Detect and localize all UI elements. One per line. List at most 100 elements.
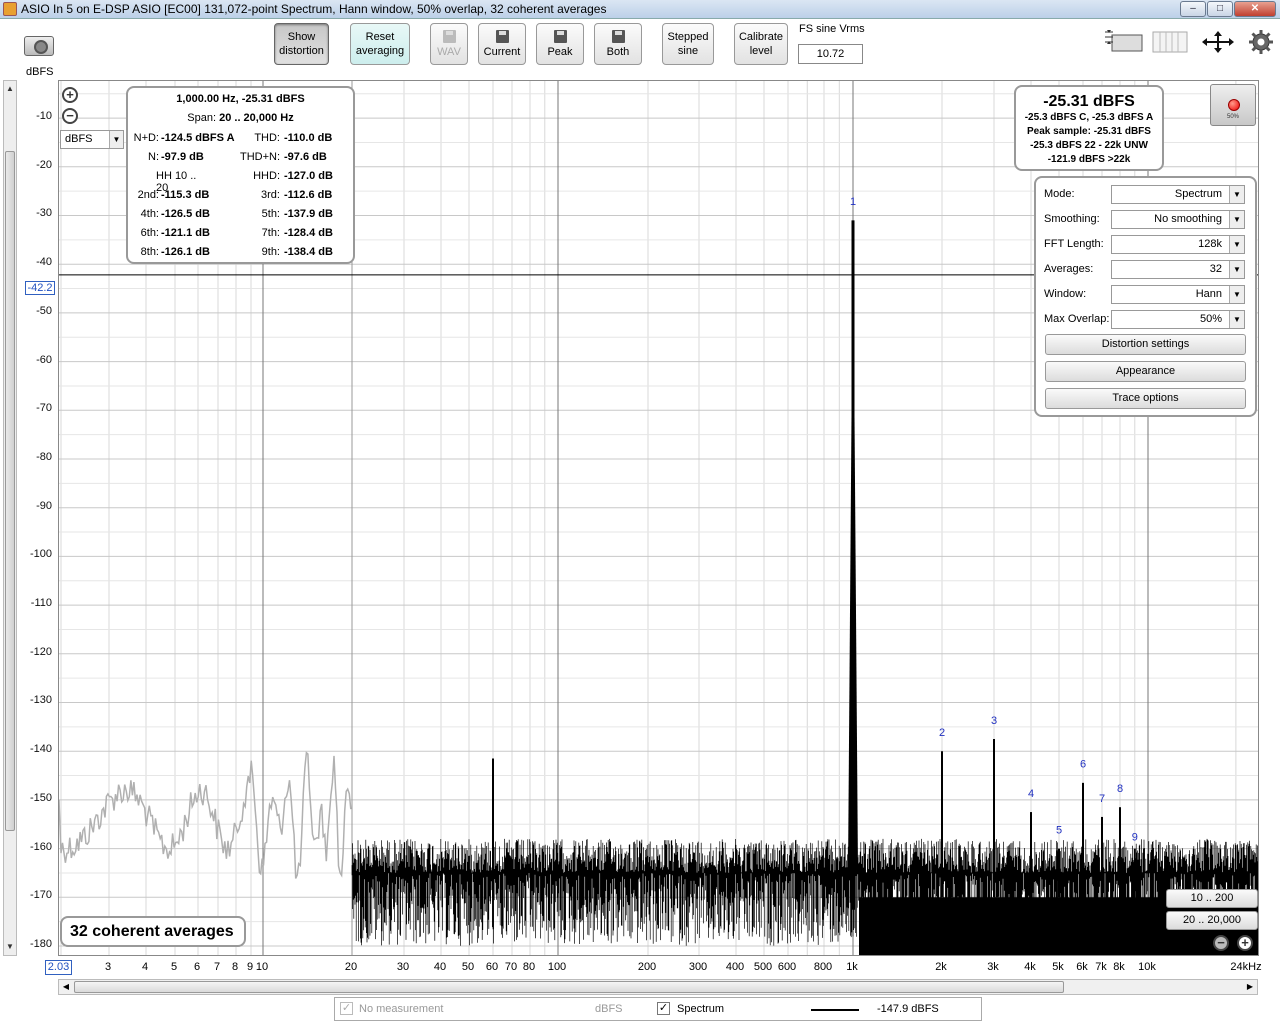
wav-button[interactable]: WAV — [430, 23, 468, 65]
distortion-label: 7th: — [261, 227, 280, 239]
level-panel: -25.31 dBFS -25.3 dBFS C, -25.3 dBFS A P… — [1014, 85, 1164, 171]
smoothing-select[interactable]: No smoothing ▼ — [1111, 210, 1245, 229]
distortion-row: N: -97.9 dB THD+N: -97.6 dB — [128, 151, 353, 169]
y-tick-label: -50 — [36, 304, 52, 317]
y-tick-label: -160 — [29, 840, 52, 853]
mode-select[interactable]: Spectrum ▼ — [1111, 185, 1245, 204]
distortion-row: 8th: -126.1 dB 9th: -138.4 dB — [128, 246, 353, 264]
harmonic-label: 7 — [1099, 793, 1105, 805]
range-10-200-button[interactable]: 10 .. 200 — [1166, 889, 1258, 908]
graph-layout-icon[interactable] — [1104, 29, 1144, 55]
window-title: ASIO In 5 on E-DSP ASIO [EC00] 131,072-p… — [21, 2, 607, 16]
harmonic-label: 3 — [991, 715, 997, 727]
appearance-button[interactable]: Appearance — [1045, 361, 1246, 382]
distortion-row: N+D: -124.5 dBFS A THD: -110.0 dB — [128, 132, 353, 150]
x-tick-label: 7 — [213, 961, 221, 973]
distortion-label: HHD: — [253, 170, 280, 182]
fundamental-readout: 1,000.00 Hz, -25.31 dBFS — [176, 93, 305, 105]
distortion-value: -110.0 dB — [284, 132, 333, 144]
horizontal-scroll-thumb[interactable] — [74, 981, 1064, 993]
span-readout: Span: 20 .. 20,000 Hz — [187, 112, 294, 124]
distortion-label: N: — [148, 151, 159, 163]
y-cursor-readout: -42.2 — [25, 281, 55, 295]
trace-options-button[interactable]: Trace options — [1045, 388, 1246, 409]
scroll-right-icon[interactable]: ▶ — [1243, 980, 1257, 994]
reset-averaging-button[interactable]: Reset averaging — [350, 23, 410, 65]
y-tick-label: -170 — [29, 889, 52, 902]
distortion-value: -97.9 dB — [161, 151, 204, 163]
y-tick-label: -60 — [36, 353, 52, 366]
averages-select[interactable]: 32 ▼ — [1111, 260, 1245, 279]
stepped-sine-button[interactable]: Stepped sine — [662, 23, 714, 65]
x-tick-label: 40 — [433, 961, 447, 973]
distortion-value: -124.5 dBFS A — [161, 132, 235, 144]
x-tick-label: 4 — [141, 961, 149, 973]
zoom-in-icon[interactable]: + — [1237, 935, 1253, 951]
x-tick-label: 400 — [725, 961, 745, 973]
move-arrows-icon[interactable] — [1200, 29, 1236, 55]
panel-columns-icon[interactable] — [1152, 29, 1188, 55]
distortion-value: -126.5 dB — [161, 208, 210, 220]
y-tick-label: -40 — [36, 256, 52, 269]
minimize-button[interactable]: – — [1180, 1, 1206, 17]
close-button[interactable]: ✕ — [1234, 1, 1276, 17]
scroll-down-icon[interactable]: ▼ — [4, 941, 16, 953]
zoom-out-icon[interactable]: − — [62, 108, 78, 124]
gear-icon[interactable] — [1248, 29, 1274, 55]
y-tick-label: -80 — [36, 450, 52, 463]
low-frequency-trace — [59, 751, 352, 879]
distortion-label: 8th: — [140, 246, 159, 258]
x-tick-label: 1k — [846, 961, 858, 973]
toolbar: Show distortion Reset averaging WAV Curren… — [0, 19, 1280, 79]
fs-sine-input[interactable]: 10.72 — [798, 44, 863, 64]
smoothing-row: Smoothing: No smoothing ▼ — [1044, 210, 1249, 230]
distortion-settings-button[interactable]: Distortion settings — [1045, 334, 1246, 355]
show-distortion-button[interactable]: Show distortion — [274, 23, 329, 65]
range-20-20000-button[interactable]: 20 .. 20,000 — [1166, 911, 1258, 930]
save-icon — [442, 29, 456, 43]
distortion-row: 2nd: -115.3 dB 3rd: -112.6 dB — [128, 189, 353, 207]
level-readout: -25.31 dBFS — [1043, 93, 1135, 110]
scroll-up-icon[interactable]: ▲ — [4, 83, 16, 95]
harmonic-label: 1 — [850, 196, 856, 208]
trace-value: -147.9 dBFS — [877, 1003, 939, 1015]
x-tick-label: 10k — [1138, 961, 1156, 973]
x-tick-label: 6k — [1076, 961, 1088, 973]
y-tick-label: -30 — [36, 207, 52, 220]
zoom-in-icon[interactable]: + — [62, 87, 78, 103]
y-tick-label: -180 — [29, 937, 52, 950]
maximize-button[interactable]: □ — [1207, 1, 1233, 17]
harmonic-label: 6 — [1080, 759, 1086, 771]
fundamental-peak — [848, 220, 858, 873]
title-bar: ASIO In 5 on E-DSP ASIO [EC00] 131,072-p… — [0, 0, 1280, 19]
x-tick-label: 100 — [547, 961, 567, 973]
zoom-out-icon[interactable]: − — [1213, 935, 1229, 951]
vertical-scroll-thumb[interactable] — [5, 151, 15, 831]
trace-line-swatch — [811, 1009, 859, 1011]
x-tick-label: 70 — [504, 961, 518, 973]
spectrum-checkbox[interactable]: ✓ — [657, 1002, 670, 1015]
calibrate-level-button[interactable]: Calibrate level — [734, 23, 788, 65]
chevron-down-icon: ▼ — [1229, 261, 1244, 278]
vertical-scrollbar[interactable]: ▲ ▼ — [3, 80, 17, 956]
x-tick-label: 7k — [1095, 961, 1107, 973]
x-tick-label: 80 — [522, 961, 536, 973]
distortion-value: -126.1 dB — [161, 246, 210, 258]
window-select[interactable]: Hann ▼ — [1111, 285, 1245, 304]
level-line: -25.3 dBFS 22 - 22k UNW — [1030, 140, 1148, 151]
x-tick-label: 2k — [935, 961, 947, 973]
save-both-button[interactable]: Both — [594, 23, 642, 65]
max-overlap-select[interactable]: 50% ▼ — [1111, 310, 1245, 329]
save-peak-button[interactable]: Peak — [536, 23, 584, 65]
horizontal-scrollbar[interactable]: ◀ ▶ — [58, 979, 1258, 995]
no-measurement-checkbox[interactable]: ✓ — [340, 1002, 353, 1015]
x-tick-label: 60 — [485, 961, 499, 973]
record-button[interactable]: 50% — [1210, 84, 1256, 126]
save-current-button[interactable]: Current — [478, 23, 526, 65]
overlap-percent: 50% — [1226, 114, 1239, 120]
unit-select[interactable]: dBFS ▼ — [60, 130, 124, 149]
camera-icon[interactable] — [24, 36, 54, 56]
window-row: Window: Hann ▼ — [1044, 285, 1249, 305]
scroll-left-icon[interactable]: ◀ — [59, 980, 73, 994]
fft-length-select[interactable]: 128k ▼ — [1111, 235, 1245, 254]
